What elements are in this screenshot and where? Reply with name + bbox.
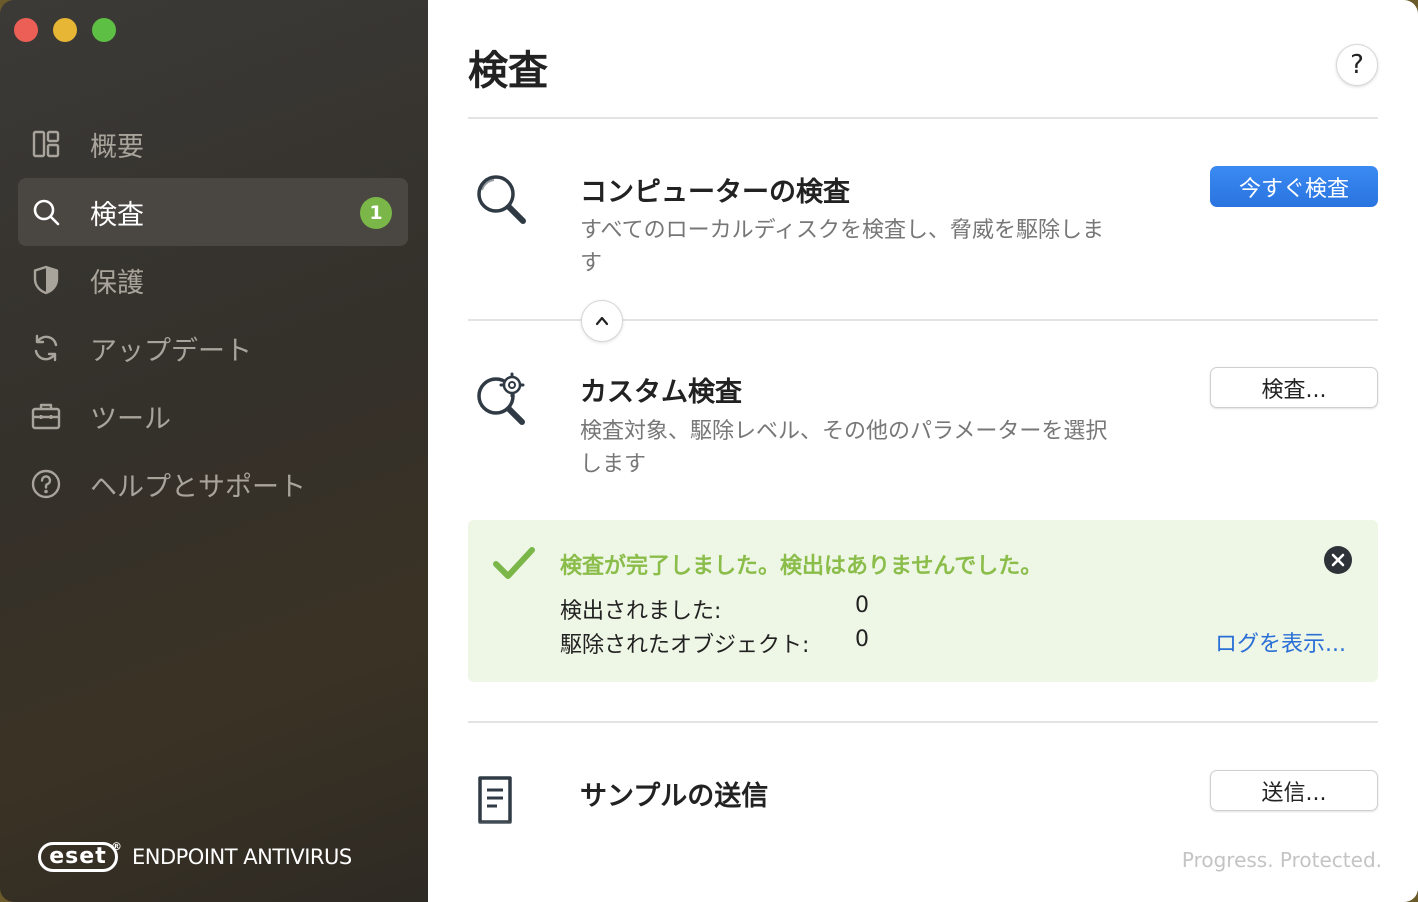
sidebar-item-help[interactable]: ヘルプとサポート	[18, 450, 408, 518]
sidebar-item-label: ヘルプとサポート	[90, 471, 306, 503]
scan-now-button[interactable]: 今すぐ検査	[1210, 166, 1378, 207]
scan-result-panel: 検査が完了しました。検出はありませんでした。 検出されました: 0 駆除されたオ…	[468, 520, 1378, 682]
custom-scan-title: カスタム検査	[580, 377, 742, 408]
sidebar-nav: 概要 検査 1 保護 アップデート ツール ヘルプとサポート	[18, 110, 408, 518]
window-controls	[14, 18, 116, 42]
computer-scan-title: コンピューターの検査	[580, 177, 850, 208]
sidebar-item-label: ツール	[90, 403, 171, 435]
notification-badge: 1	[360, 197, 392, 229]
sidebar-item-tools[interactable]: ツール	[18, 382, 408, 450]
detected-label: 検出されました:	[560, 599, 722, 624]
search-icon	[30, 196, 62, 228]
refresh-icon	[30, 332, 62, 364]
sample-submission-section: サンプルの送信 送信...	[468, 768, 1378, 828]
dashboard-icon	[30, 128, 62, 160]
submit-sample-button[interactable]: 送信...	[1210, 770, 1378, 811]
sidebar: 概要 検査 1 保護 アップデート ツール ヘルプとサポート eset ® EN…	[0, 0, 428, 902]
minimize-window-button[interactable]	[53, 18, 77, 42]
sidebar-item-overview[interactable]: 概要	[18, 110, 408, 178]
help-button[interactable]: ?	[1336, 44, 1378, 86]
sample-submission-title: サンプルの送信	[580, 781, 769, 812]
sidebar-item-update[interactable]: アップデート	[18, 314, 408, 382]
checkmark-icon	[493, 547, 535, 579]
result-message: 検査が完了しました。検出はありませんでした。	[560, 554, 1043, 579]
sidebar-item-label: 概要	[90, 131, 144, 163]
main-content: 検査 ? コンピューターの検査 すべてのローカルディスクを検査し、脅威を駆除しま…	[428, 0, 1418, 902]
computer-scan-section: コンピューターの検査 すべてのローカルディスクを検査し、脅威を駆除します 今すぐ…	[468, 164, 1378, 284]
cleaned-label: 駆除されたオブジェクト:	[560, 633, 810, 658]
eset-logo: eset ®	[38, 840, 122, 872]
close-window-button[interactable]	[14, 18, 38, 42]
sidebar-item-protection[interactable]: 保護	[18, 246, 408, 314]
detected-value: 0	[855, 593, 869, 618]
computer-scan-description: すべてのローカルディスクを検査し、脅威を駆除します	[580, 218, 1105, 276]
magnifier-icon	[477, 175, 526, 224]
custom-scan-description: 検査対象、駆除レベル、その他のパラメーターを選択します	[580, 419, 1108, 477]
tagline: Progress. Protected.	[1181, 848, 1382, 872]
divider	[468, 721, 1378, 723]
custom-scan-button[interactable]: 検査...	[1210, 367, 1378, 408]
eset-brand: eset ® ENDPOINT ANTIVIRUS	[38, 840, 352, 872]
close-icon[interactable]	[1324, 546, 1352, 574]
collapse-button[interactable]	[581, 300, 623, 342]
custom-scan-section: カスタム検査 検査対象、駆除レベル、その他のパラメーターを選択します 検査...	[468, 366, 1378, 486]
shield-icon	[30, 264, 62, 296]
briefcase-icon	[30, 400, 62, 432]
page-title: 検査	[468, 48, 548, 94]
sidebar-item-scan[interactable]: 検査 1	[18, 178, 408, 246]
custom-scan-icon	[477, 372, 525, 425]
zoom-window-button[interactable]	[92, 18, 116, 42]
sidebar-item-label: 検査	[90, 199, 144, 231]
show-log-link[interactable]: ログを表示...	[1215, 626, 1346, 658]
help-circle-icon	[30, 468, 62, 500]
sidebar-item-label: 保護	[90, 267, 144, 299]
sidebar-item-label: アップデート	[90, 335, 252, 367]
cleaned-value: 0	[855, 627, 869, 652]
app-window: 概要 検査 1 保護 アップデート ツール ヘルプとサポート eset ® EN…	[0, 0, 1418, 902]
product-name: ENDPOINT ANTIVIRUS	[132, 845, 352, 869]
divider	[468, 117, 1378, 119]
chevron-up-icon	[595, 316, 609, 326]
